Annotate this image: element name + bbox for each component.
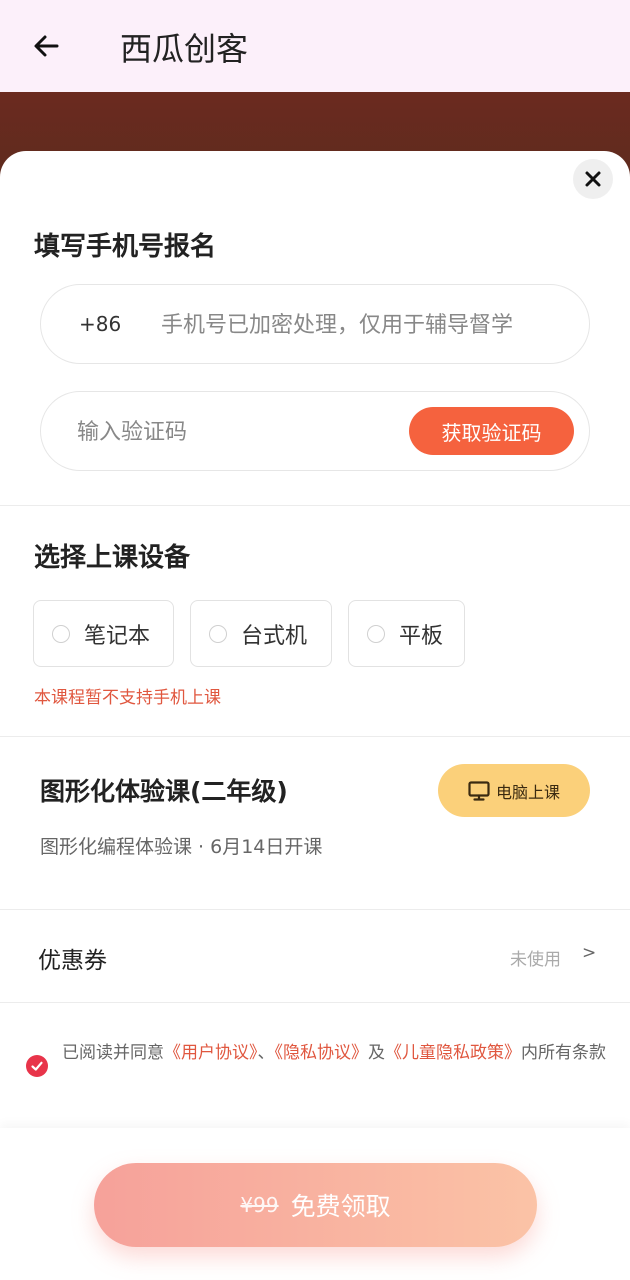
claim-label: 免费领取 xyxy=(290,1192,391,1221)
course-mode-label: 电脑上课 xyxy=(495,782,560,802)
device-option-label: 台式机 xyxy=(241,624,308,649)
signup-title: 填写手机号报名 xyxy=(34,232,217,262)
country-code[interactable]: +86 xyxy=(79,312,121,336)
course-subtitle: 图形化编程体验课 · 6月14日开课 xyxy=(40,836,323,858)
agreement-text: 已阅读并同意《用户协议》、《隐私协议》及《儿童隐私政策》内所有条款 xyxy=(62,1038,622,1068)
claim-free-button[interactable]: ¥99 免费领取 xyxy=(94,1163,537,1247)
device-option-laptop[interactable]: 笔记本 xyxy=(33,600,174,667)
back-button[interactable] xyxy=(26,26,66,66)
device-warning: 本课程暂不支持手机上课 xyxy=(34,688,221,708)
divider xyxy=(0,909,630,910)
device-option-label: 笔记本 xyxy=(84,624,151,649)
code-field: 获取验证码 xyxy=(40,391,590,471)
coupon-label: 优惠券 xyxy=(38,948,107,974)
agreement-prefix: 已阅读并同意 xyxy=(62,1043,164,1063)
coupon-status: 未使用 xyxy=(510,950,561,970)
agreement-checkbox[interactable] xyxy=(26,1055,48,1077)
close-icon xyxy=(585,171,601,187)
chevron-right-icon: > xyxy=(582,943,597,963)
device-title: 选择上课设备 xyxy=(34,543,191,573)
top-bar: 西瓜创客 xyxy=(0,0,630,92)
divider xyxy=(0,505,630,506)
radio-icon xyxy=(52,625,70,643)
get-code-button[interactable]: 获取验证码 xyxy=(409,407,574,455)
phone-input[interactable] xyxy=(159,299,573,351)
phone-field: +86 xyxy=(40,284,590,364)
privacy-agreement-link[interactable]: 《隐私协议》 xyxy=(275,1043,369,1063)
check-icon xyxy=(31,1061,43,1071)
divider xyxy=(0,1002,630,1003)
radio-icon xyxy=(367,625,385,643)
coupon-row[interactable]: 优惠券 未使用 > xyxy=(0,911,630,1001)
user-agreement-link[interactable]: 《用户协议》 xyxy=(164,1043,258,1063)
device-option-desktop[interactable]: 台式机 xyxy=(190,600,332,667)
monitor-icon xyxy=(468,780,490,801)
back-arrow-icon xyxy=(34,35,59,57)
device-option-tablet[interactable]: 平板 xyxy=(348,600,465,667)
page-title: 西瓜创客 xyxy=(120,30,249,68)
close-button[interactable] xyxy=(573,159,613,199)
verification-code-input[interactable] xyxy=(75,406,379,458)
radio-icon xyxy=(209,625,227,643)
agreement-separator: 及 xyxy=(368,1043,385,1063)
device-option-label: 平板 xyxy=(399,624,444,649)
agreement-separator: 、 xyxy=(257,1043,275,1063)
agreement-suffix: 内所有条款 xyxy=(521,1043,606,1063)
divider xyxy=(0,736,630,737)
child-privacy-link[interactable]: 《儿童隐私政策》 xyxy=(385,1043,521,1063)
course-mode-badge: 电脑上课 xyxy=(438,764,590,817)
course-title: 图形化体验课(二年级) xyxy=(40,777,288,806)
original-price: ¥99 xyxy=(240,1193,279,1217)
